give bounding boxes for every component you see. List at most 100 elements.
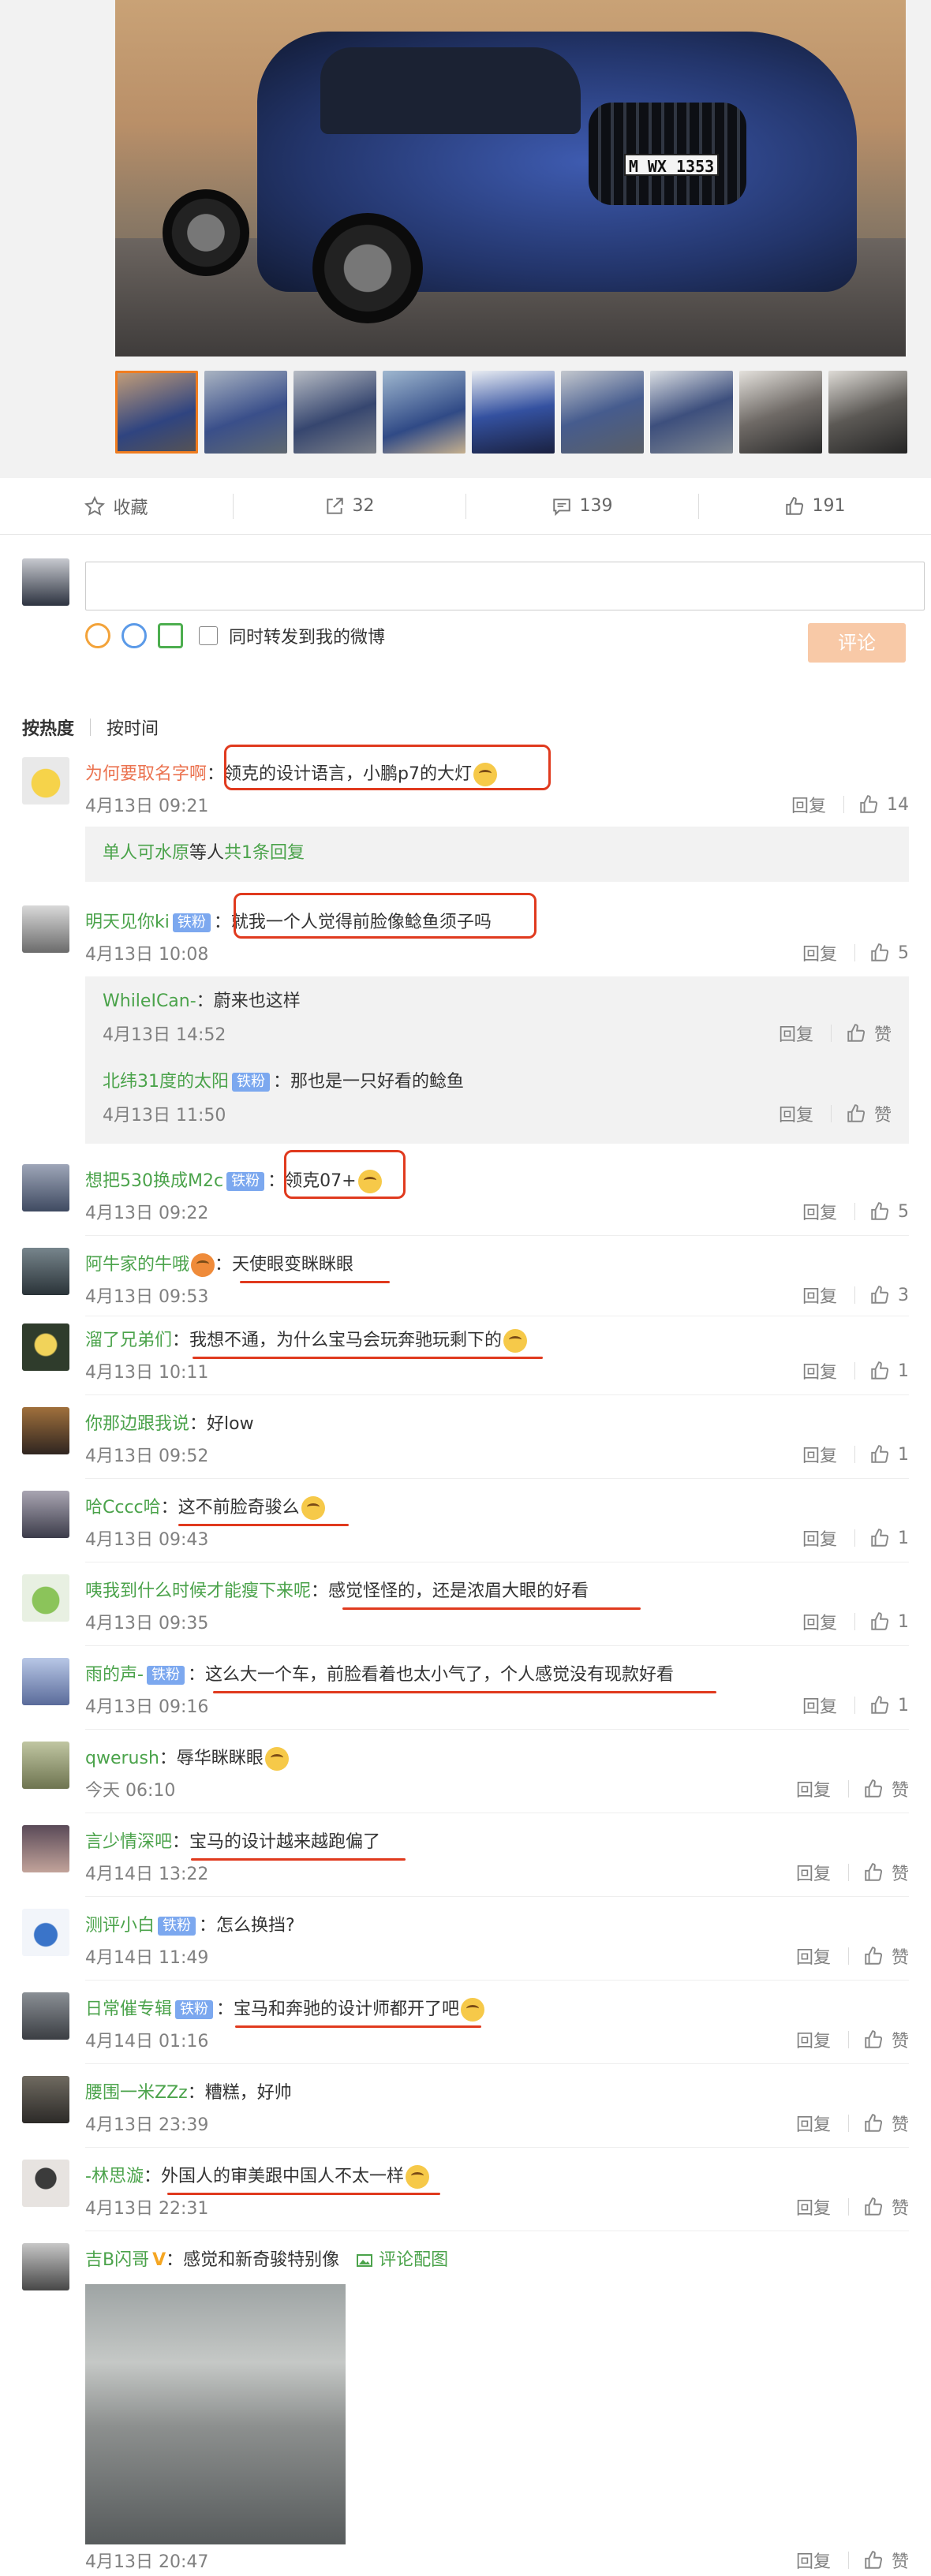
reply-button[interactable]: 回复: [802, 1693, 837, 1718]
comment-username[interactable]: 测评小白: [85, 1912, 155, 1940]
avatar[interactable]: [22, 1491, 69, 1538]
reply-button[interactable]: 回复: [802, 940, 837, 965]
thumbnail-5[interactable]: [472, 371, 555, 454]
like-icon[interactable]: [869, 943, 890, 963]
avatar[interactable]: [22, 757, 69, 805]
thumbnail-3[interactable]: [294, 371, 376, 454]
like-icon[interactable]: [863, 1862, 884, 1883]
like-icon[interactable]: [863, 2197, 884, 2217]
reply-button[interactable]: 回复: [779, 1021, 813, 1046]
reply-button[interactable]: 回复: [796, 2548, 831, 2573]
comment-username[interactable]: 溜了兄弟们: [85, 1327, 172, 1355]
comment-attached-image[interactable]: [85, 2284, 346, 2544]
reply-button[interactable]: 回复: [796, 2111, 831, 2136]
like-icon[interactable]: [858, 794, 879, 815]
emoji-icon[interactable]: [85, 623, 110, 648]
avatar[interactable]: [22, 1323, 69, 1371]
comment-username[interactable]: 咦我到什么时候才能瘦下来呢: [85, 1577, 311, 1606]
reply-summary-link[interactable]: 共1条回复: [224, 839, 305, 868]
like-icon[interactable]: [869, 1361, 890, 1381]
sub-reply-username[interactable]: 北纬31度的太阳: [103, 1068, 229, 1096]
thumbnail-4[interactable]: [383, 371, 466, 454]
reply-button[interactable]: 回复: [796, 1860, 831, 1885]
like-icon[interactable]: [863, 2550, 884, 2570]
share-button[interactable]: 32: [233, 478, 466, 534]
like-button[interactable]: 191: [698, 478, 931, 534]
sub-reply-username[interactable]: WhileICan-: [103, 987, 196, 1016]
like-icon[interactable]: [863, 2113, 884, 2134]
thumbnail-8[interactable]: [739, 371, 822, 454]
reply-button[interactable]: 回复: [796, 1776, 831, 1801]
favorite-button[interactable]: 收藏: [0, 478, 233, 534]
like-icon[interactable]: [869, 1528, 890, 1548]
comment-username[interactable]: qwerush: [85, 1745, 159, 1773]
avatar[interactable]: [22, 1574, 69, 1622]
reply-button[interactable]: 回复: [791, 792, 826, 817]
comment-username[interactable]: 言少情深吧: [85, 1828, 172, 1857]
avatar[interactable]: [22, 1407, 69, 1454]
comment-username[interactable]: 想把530换成M2c: [85, 1167, 223, 1196]
like-icon[interactable]: [863, 1779, 884, 1799]
reply-button[interactable]: 回复: [802, 1442, 837, 1467]
like-icon[interactable]: [869, 1285, 890, 1305]
comment-username[interactable]: -林思漩: [85, 2163, 144, 2191]
reply-button[interactable]: 回复: [796, 2027, 831, 2052]
avatar[interactable]: [22, 1992, 69, 2040]
reply-button[interactable]: 回复: [796, 2194, 831, 2219]
avatar[interactable]: [22, 2243, 69, 2290]
avatar[interactable]: [22, 1742, 69, 1789]
avatar[interactable]: [22, 1909, 69, 1956]
reply-button[interactable]: 回复: [802, 1358, 837, 1383]
picture-icon[interactable]: [158, 623, 183, 648]
avatar[interactable]: [22, 1164, 69, 1211]
reply-button[interactable]: 回复: [796, 1943, 831, 1969]
comment-username[interactable]: 腰围一米ZZz: [85, 2079, 188, 2107]
like-icon[interactable]: [863, 2029, 884, 2050]
avatar[interactable]: [22, 2076, 69, 2123]
thumbnail-6[interactable]: [561, 371, 644, 454]
comment-username[interactable]: 明天见你ki: [85, 909, 170, 937]
avatar[interactable]: [22, 1658, 69, 1705]
sort-by-time[interactable]: 按时间: [107, 715, 159, 740]
submit-comment-button[interactable]: 评论: [808, 623, 906, 663]
comment-username[interactable]: 吉B闪哥: [85, 2246, 149, 2275]
action-bar: 收藏 32 139 191: [0, 478, 931, 535]
avatar[interactable]: [22, 1248, 69, 1295]
my-avatar[interactable]: [22, 558, 69, 606]
reply-button[interactable]: 回复: [802, 1199, 837, 1224]
comment-image-link[interactable]: 评论配图: [355, 2246, 448, 2275]
comment-username[interactable]: 为何要取名字啊: [85, 760, 207, 789]
comment-username[interactable]: 雨的声-: [85, 1661, 144, 1689]
thumbnail-7[interactable]: [650, 371, 733, 454]
reply-button[interactable]: 回复: [802, 1282, 837, 1308]
thumbnail-9[interactable]: [828, 371, 907, 454]
reply-button[interactable]: 回复: [779, 1101, 813, 1126]
avatar[interactable]: [22, 2160, 69, 2207]
comment-button[interactable]: 139: [466, 478, 698, 534]
like-icon[interactable]: [869, 1444, 890, 1465]
comment-username[interactable]: 阿牛家的牛哦: [85, 1251, 189, 1279]
reply-button[interactable]: 回复: [802, 1525, 837, 1551]
comment-username[interactable]: 你那边跟我说: [85, 1410, 189, 1439]
like-icon[interactable]: [863, 1946, 884, 1966]
thumbnail-1[interactable]: [115, 371, 198, 454]
comment-username[interactable]: 哈Cccc哈: [85, 1494, 161, 1522]
repost-checkbox[interactable]: [199, 626, 218, 645]
hero-image[interactable]: M WX 1353: [115, 0, 906, 357]
reply-summary-user[interactable]: 单人可水原: [103, 839, 189, 868]
avatar[interactable]: [22, 905, 69, 953]
highlight-underline: [193, 1357, 543, 1359]
comment-input[interactable]: [85, 562, 925, 610]
gif-icon[interactable]: [122, 623, 147, 648]
avatar[interactable]: [22, 1825, 69, 1872]
comment-username[interactable]: 日常催专辑: [85, 1995, 172, 2024]
like-icon[interactable]: [846, 1103, 866, 1124]
like-icon[interactable]: [869, 1201, 890, 1222]
like-icon[interactable]: [846, 1023, 866, 1043]
thumbnail-2[interactable]: [204, 371, 287, 454]
sort-by-hot[interactable]: 按热度: [22, 715, 74, 740]
reply-button[interactable]: 回复: [802, 1609, 837, 1634]
like-icon[interactable]: [869, 1695, 890, 1715]
sub-replies: WhileICan-： 蔚来也这样 4月13日 14:52 回复 赞 北纬31度…: [85, 976, 909, 1144]
like-icon[interactable]: [869, 1611, 890, 1632]
